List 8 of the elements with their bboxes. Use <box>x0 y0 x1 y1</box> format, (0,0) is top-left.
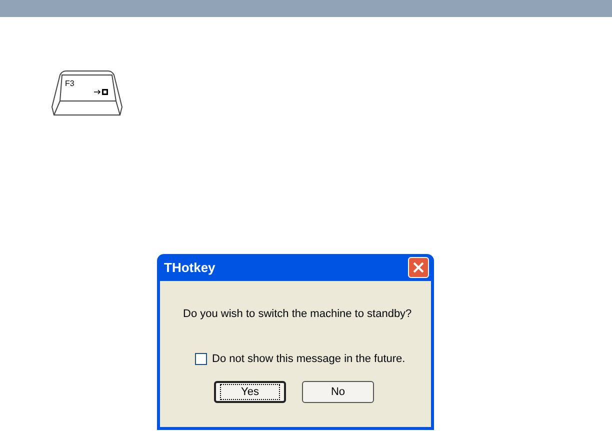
close-button[interactable] <box>408 257 429 278</box>
message-text: Do you wish to switch the machine to standby? <box>183 307 412 322</box>
close-icon <box>413 262 424 273</box>
dialog-button[interactable]: No <box>302 381 374 403</box>
checkbox[interactable] <box>195 352 207 365</box>
checkbox-label: Do not show this message in the future. <box>212 352 406 366</box>
window-title: THotkey <box>164 258 216 277</box>
dialog-button[interactable]: Yes <box>214 381 286 403</box>
